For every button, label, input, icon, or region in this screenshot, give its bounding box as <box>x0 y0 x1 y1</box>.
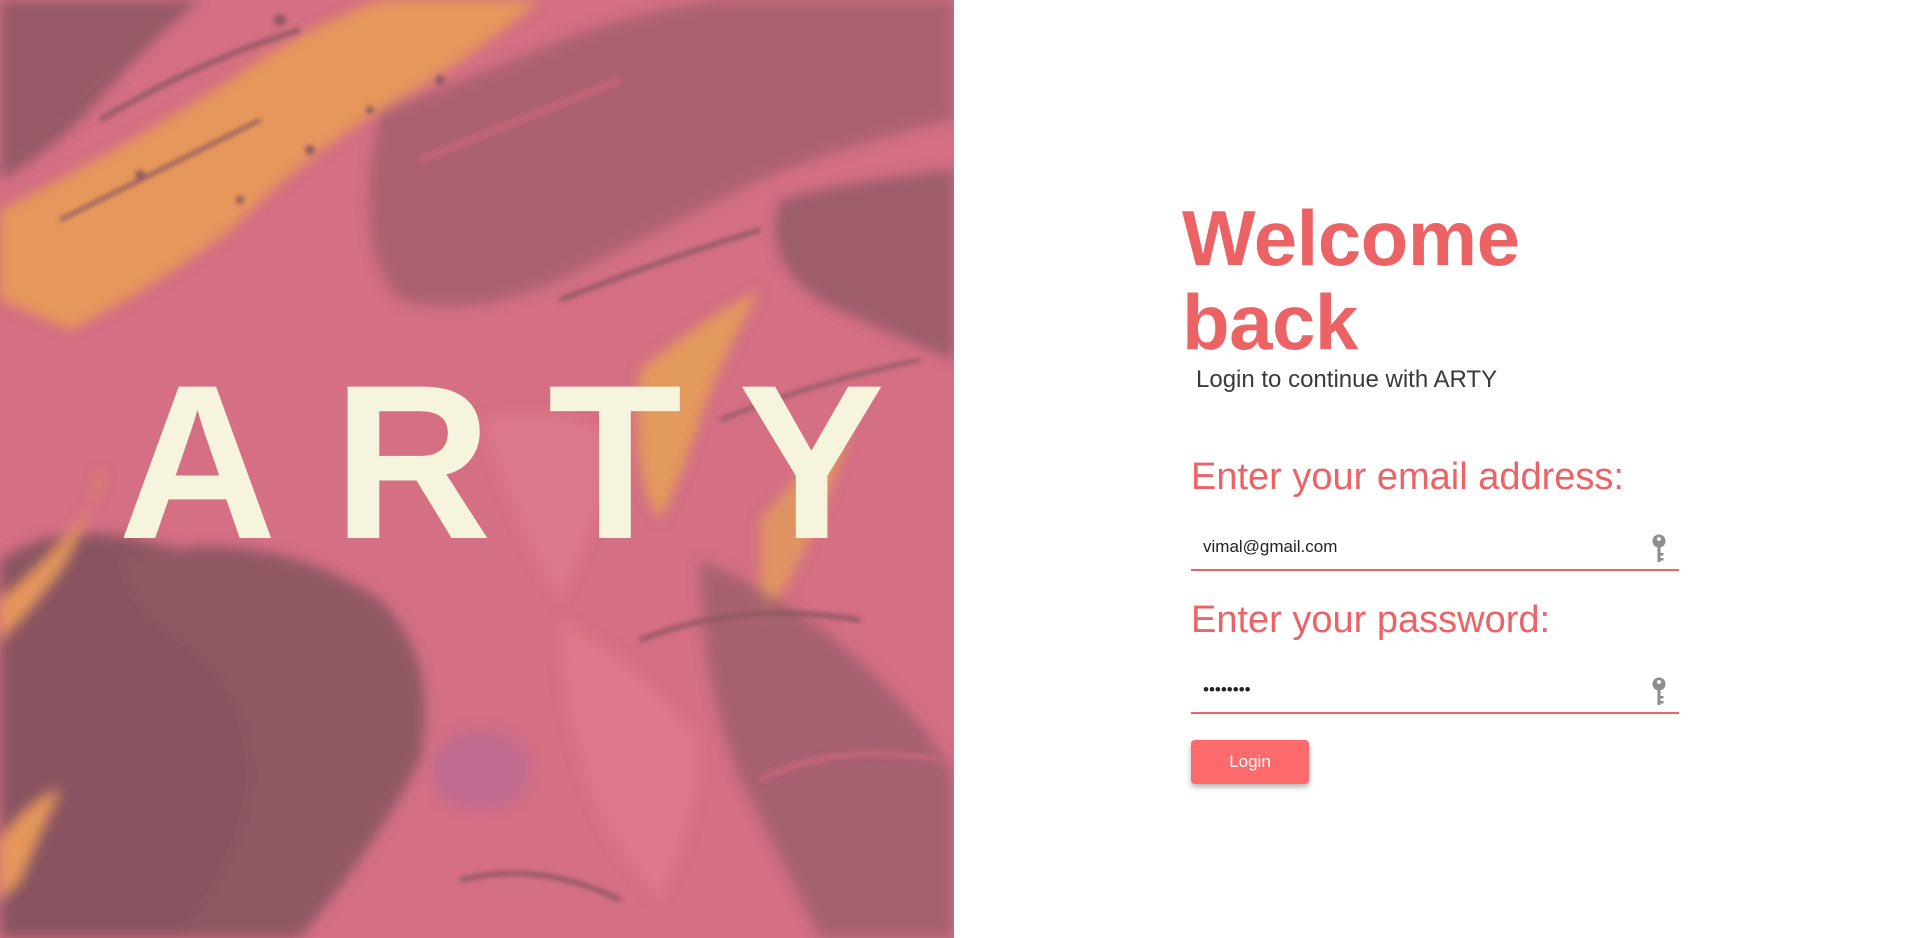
login-form: Welcome back Login to continue with ARTY… <box>1182 196 1682 784</box>
key-icon <box>1652 677 1666 705</box>
email-label: Enter your email address: <box>1191 456 1624 498</box>
login-page: ARTY Welcome back Login to continue with… <box>0 0 1914 938</box>
key-icon <box>1652 534 1666 562</box>
password-field[interactable] <box>1191 670 1643 710</box>
password-label: Enter your password: <box>1191 599 1551 641</box>
email-field-row <box>1191 525 1679 571</box>
brand-title: ARTY <box>118 339 941 585</box>
email-field[interactable] <box>1191 527 1643 567</box>
page-title: Welcome back <box>1182 194 1520 366</box>
login-button[interactable]: Login <box>1191 740 1309 784</box>
hero-panel: ARTY <box>0 0 954 938</box>
page-subtitle: Login to continue with ARTY <box>1196 366 1498 393</box>
password-field-row <box>1191 668 1679 714</box>
